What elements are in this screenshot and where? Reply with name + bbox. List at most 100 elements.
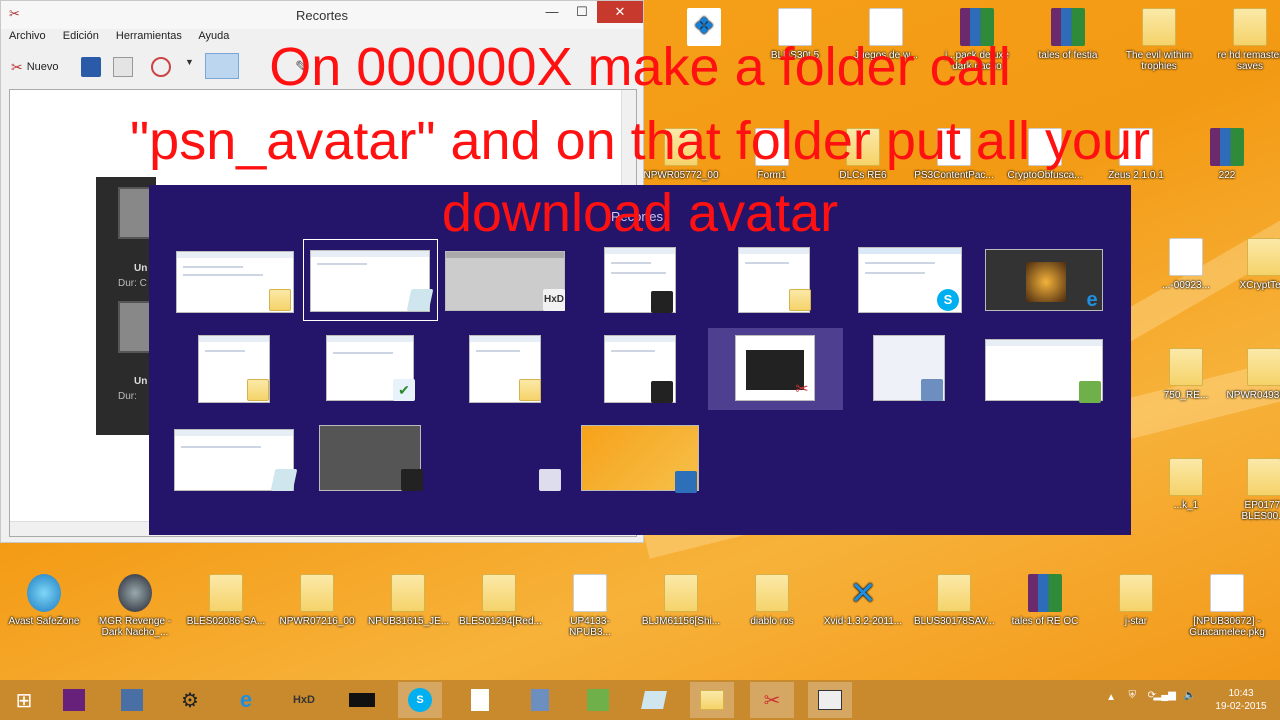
taskbar-ps3[interactable]	[340, 682, 384, 718]
winrar-icon	[1028, 574, 1062, 612]
desktop-icon[interactable]: j-star	[1096, 574, 1176, 627]
document-icon	[573, 574, 607, 612]
desktop-icon-label: NPWR07216_00	[279, 616, 355, 627]
desktop-icon[interactable]: tales of RE OC	[1005, 574, 1085, 627]
shield-icon[interactable]: ⛨	[1129, 690, 1137, 701]
taskbar-internet-explorer[interactable]: e	[224, 682, 268, 718]
network-icon[interactable]: ▂▄▆	[1154, 690, 1176, 701]
scissors-icon: ✂	[795, 381, 809, 398]
maximize-button[interactable]: ☐	[567, 1, 597, 23]
folder-icon	[482, 574, 516, 612]
window-titlebar[interactable]: ✂ Recortes — ☐ ✕	[1, 1, 643, 29]
desktop-icon[interactable]: 750_RE...	[1146, 348, 1226, 401]
desktop-icon[interactable]: BLJM61156[Shi...	[641, 574, 721, 627]
taskbar-app2[interactable]	[110, 682, 154, 718]
desktop-icon-label: BLES01294[Red...	[459, 616, 542, 627]
desktop-icon-label: BLJM61156[Shi...	[641, 616, 721, 627]
desktop-icon-label: BLES02086-SA...	[186, 616, 266, 627]
clock-time: 10:43	[1228, 688, 1254, 699]
folder-icon	[300, 574, 334, 612]
desktop-icon[interactable]: ✕ Xvid-1.3.2-2011...	[823, 574, 903, 627]
ps3-icon	[401, 469, 423, 491]
taskbar-app3[interactable]: ⚙	[168, 682, 212, 718]
document-icon	[471, 689, 489, 711]
folder-icon	[391, 574, 425, 612]
taskbar-hxd[interactable]: HxD	[282, 682, 326, 718]
annotation-line-3: download avatar	[441, 183, 839, 243]
desktop-icon[interactable]: NPUB31615_JE...	[368, 574, 450, 627]
desktop-icon	[675, 471, 697, 493]
network-app-icon	[121, 689, 143, 711]
folder-icon	[937, 574, 971, 612]
taskbar-file-explorer[interactable]	[690, 682, 734, 718]
desktop-icon[interactable]: XCryptTest	[1224, 238, 1280, 291]
folder-icon	[269, 289, 291, 311]
clock[interactable]: 10:43 19-02-2015	[1206, 687, 1276, 713]
desktop-icon[interactable]: [NPUB30672] - Guacamelee.pkg	[1187, 574, 1267, 638]
taskbar-snipping-tool[interactable]: ✂	[750, 682, 794, 718]
volume-icon[interactable]: 🔈	[1184, 690, 1196, 701]
desktop-icon-label: Avast SafeZone	[8, 616, 80, 627]
folder-icon	[1247, 348, 1280, 386]
desktop-icon[interactable]: BLES02086-SA...	[186, 574, 266, 627]
gear-icon: ⚙	[181, 689, 199, 712]
minimize-button[interactable]: —	[537, 1, 567, 23]
folder-icon	[247, 379, 269, 401]
desktop-icon[interactable]: ...k_1	[1146, 458, 1226, 511]
desktop-icon[interactable]: diablo ros	[732, 574, 812, 627]
folder-icon	[519, 379, 541, 401]
desktop-icon-label: Xvid-1.3.2-2011...	[823, 616, 903, 627]
preview-sublabel: Dur: C	[118, 278, 147, 289]
desktop-icon-label: j-star	[1124, 616, 1148, 627]
chart-icon	[587, 689, 609, 711]
desktop-icon-label: ...k_1	[1173, 500, 1199, 511]
taskbar-notepad[interactable]	[458, 682, 502, 718]
start-button[interactable]: ⊞	[2, 682, 46, 718]
desktop-icon[interactable]: BLES01294[Red...	[459, 574, 542, 627]
close-button[interactable]: ✕	[597, 1, 643, 23]
editor-icon	[1079, 381, 1101, 403]
skype-icon: S	[408, 688, 432, 712]
chevron-up-icon[interactable]: ▲	[1106, 692, 1116, 703]
taskbar-visual-studio[interactable]	[52, 682, 96, 718]
desktop-icon[interactable]: UP4133-NPUB3...	[550, 574, 630, 638]
annotation-line-2: "psn_avatar" and on that folder put all …	[130, 111, 1150, 171]
taskbar-snipping-doc[interactable]	[632, 682, 676, 718]
ps3-icon	[651, 291, 673, 313]
ps3-icon	[349, 693, 375, 707]
desktop-icon-label: EP0177-BLES00...	[1241, 500, 1280, 522]
folder-icon	[664, 574, 698, 612]
desktop-icon[interactable]: Avast SafeZone	[4, 574, 84, 627]
desktop-icon[interactable]: BLUS30178SAV...	[914, 574, 995, 627]
clock-date: 19-02-2015	[1215, 701, 1267, 712]
desktop-icon-label: NPUB31615_JE...	[368, 616, 450, 627]
annotation-line-1: On 000000X make a folder call	[269, 37, 1011, 97]
taskbar-chart-app[interactable]	[576, 682, 620, 718]
internet-explorer-icon: e	[239, 687, 253, 712]
desktop-icon-label: tales of RE OC	[1011, 616, 1079, 627]
snipping-tool-icon	[641, 691, 667, 709]
desktop-icon-label: ...-00923...	[1162, 280, 1210, 291]
taskbar-window[interactable]	[808, 682, 852, 718]
desktop-icon[interactable]: MGR Revenge - Dark Nacho_...	[95, 574, 175, 638]
xvid-icon: ✕	[849, 575, 877, 611]
desktop-icon[interactable]: EP0177-BLES00...	[1224, 458, 1280, 522]
visual-studio-icon	[63, 689, 85, 711]
hxd-icon: HxD	[292, 694, 315, 706]
folder-icon	[209, 574, 243, 612]
window-icon	[818, 690, 842, 710]
desktop-icon[interactable]: NPWR07216_00	[277, 574, 357, 627]
preview-thumbnail	[118, 301, 152, 353]
preview-label: Un	[134, 263, 148, 274]
game-icon	[118, 574, 152, 612]
desktop-icon-label: 750_RE...	[1163, 390, 1209, 401]
folder-icon	[700, 690, 724, 710]
folder-icon	[1119, 574, 1153, 612]
taskbar-calculator[interactable]	[518, 682, 562, 718]
desktop-icon[interactable]: NPWR04936_00	[1224, 348, 1280, 401]
desktop-icon-label: diablo ros	[750, 616, 794, 627]
internet-explorer-icon: e	[1086, 289, 1098, 311]
taskbar-skype[interactable]: S	[398, 682, 442, 718]
desktop-icon[interactable]: ...-00923...	[1146, 238, 1226, 291]
scissors-icon: ✂	[763, 689, 781, 712]
